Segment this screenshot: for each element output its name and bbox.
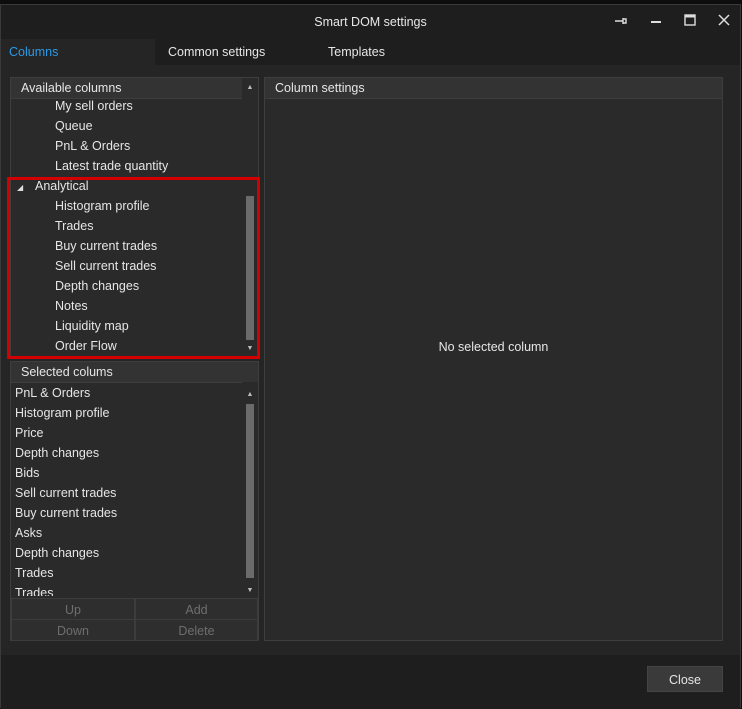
column-settings-panel: Column settings No selected column [264,77,723,641]
selected-item[interactable]: Depth changes [11,443,242,463]
available-item-buy-current-trades[interactable]: Buy current trades [11,236,242,256]
available-item-histogram-profile[interactable]: Histogram profile [11,196,242,216]
selected-item[interactable]: PnL & Orders [11,383,242,403]
scroll-thumb[interactable] [246,196,254,340]
available-item-notes[interactable]: Notes [11,296,242,316]
available-scrollbar[interactable]: ▲ ▼ [242,78,258,356]
title-bar: Smart DOM settings [1,5,740,39]
tab-common-settings[interactable]: Common settings [168,39,265,65]
available-item-order-flow[interactable]: Order Flow [11,336,242,356]
available-item-liquidity-map[interactable]: Liquidity map [11,316,242,336]
available-columns-panel: Available columns My sell orders Queue P… [10,77,259,357]
selected-columns-header: Selected colums [11,362,258,383]
selected-scrollbar[interactable]: ▲ ▼ [242,382,258,598]
scroll-down-arrow-icon[interactable]: ▼ [242,584,258,598]
selected-item[interactable]: Trades [11,583,242,596]
pin-icon[interactable] [610,11,632,31]
settings-dialog: Smart DOM settings Columns Common settin… [0,4,741,709]
available-item-depth-changes[interactable]: Depth changes [11,276,242,296]
close-icon[interactable] [713,11,735,31]
available-columns-list: My sell orders Queue PnL & Orders Latest… [11,98,242,356]
minimize-icon[interactable] [645,11,667,31]
collapse-triangle-icon[interactable]: ◢ [17,178,35,198]
selected-item[interactable]: Price [11,423,242,443]
maximize-icon[interactable] [679,11,701,31]
up-button[interactable]: Up [11,598,135,620]
dialog-footer: Close [1,655,740,709]
selected-item[interactable]: Depth changes [11,543,242,563]
available-item-sell-current-trades[interactable]: Sell current trades [11,256,242,276]
scroll-up-arrow-icon[interactable]: ▲ [242,81,258,95]
scroll-up-arrow-icon[interactable]: ▲ [242,388,258,402]
column-settings-header: Column settings [265,78,722,99]
tab-templates[interactable]: Templates [328,39,385,65]
empty-state-message: No selected column [438,340,549,354]
available-item-trades[interactable]: Trades [11,216,242,236]
selected-columns-list: PnL & Orders Histogram profile Price Dep… [11,382,242,596]
tab-columns[interactable]: Columns [1,39,155,65]
close-button[interactable]: Close [647,666,723,692]
group-label: Analytical [35,179,89,193]
selected-item[interactable]: Histogram profile [11,403,242,423]
available-item-latest-trade-quantity[interactable]: Latest trade quantity [11,156,242,176]
available-columns-header: Available columns [11,78,258,99]
selected-item[interactable]: Asks [11,523,242,543]
selected-item[interactable]: Bids [11,463,242,483]
available-group-analytical[interactable]: ◢ Analytical [11,176,242,196]
selected-item[interactable]: Trades [11,563,242,583]
selected-item[interactable]: Buy current trades [11,503,242,523]
available-item-queue[interactable]: Queue [11,116,242,136]
scroll-down-arrow-icon[interactable]: ▼ [242,342,258,356]
selected-columns-panel: Selected colums PnL & Orders Histogram p… [10,361,259,641]
available-item-pnl-orders[interactable]: PnL & Orders [11,136,242,156]
tab-bar: Columns Common settings Templates [1,39,740,65]
add-button[interactable]: Add [135,598,258,620]
scroll-thumb[interactable] [246,404,254,578]
delete-button[interactable]: Delete [135,619,258,641]
available-item-my-sell-orders[interactable]: My sell orders [11,98,242,116]
down-button[interactable]: Down [11,619,135,641]
selected-item[interactable]: Sell current trades [11,483,242,503]
